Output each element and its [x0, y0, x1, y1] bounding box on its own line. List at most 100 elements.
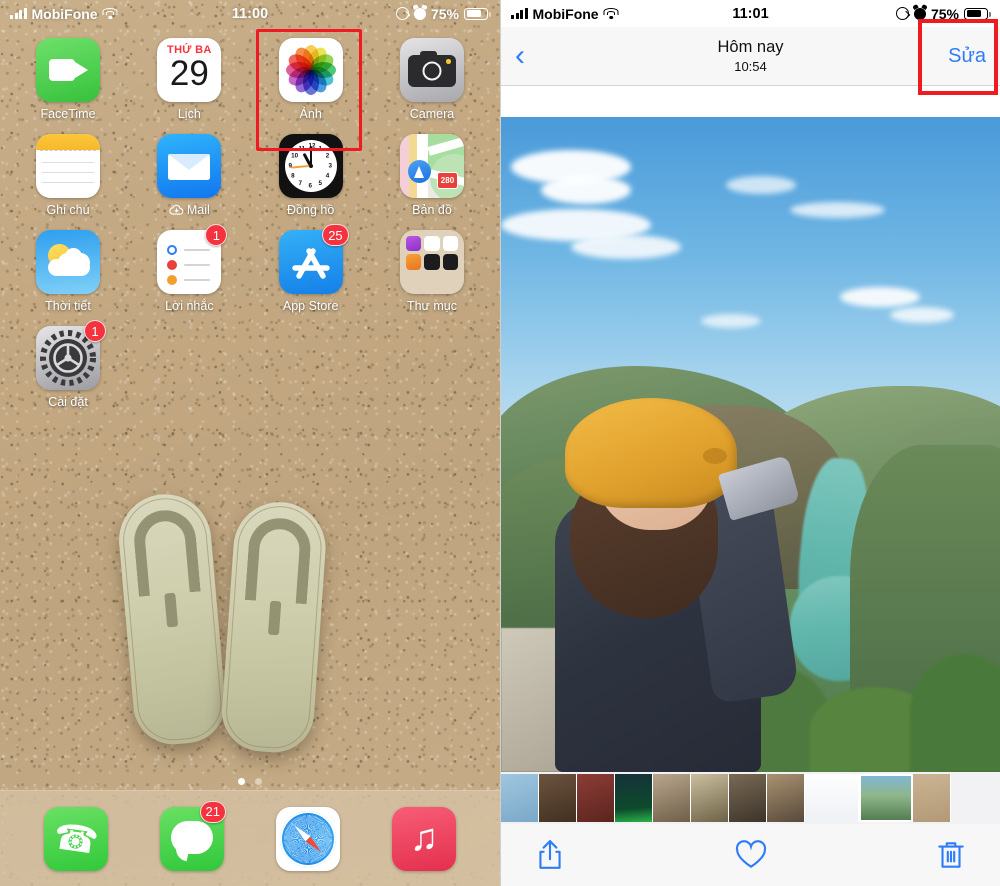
iphone-home-screen: MobiFone 11:00 75% FaceTime THỨ BA 29 Lị…	[0, 0, 500, 886]
app-thu-muc-folder[interactable]: Thư mục	[386, 230, 478, 313]
mini-icon-podcasts	[405, 236, 422, 252]
page-title: Hôm nay	[717, 38, 784, 56]
thumbnail-strip[interactable]	[501, 772, 1000, 824]
app-label: Mail	[186, 203, 210, 217]
flip-flops-wallpaper	[100, 480, 400, 780]
app-label: Thư mục	[406, 299, 457, 313]
badge-count: 25	[322, 224, 349, 246]
app-facetime[interactable]: FaceTime	[22, 38, 114, 121]
share-icon[interactable]	[533, 838, 567, 872]
battery-percent-label: 75%	[430, 5, 459, 22]
app-thoi-tiet-weather[interactable]: Thời tiết	[22, 230, 114, 313]
battery-percent-label: 75%	[930, 5, 959, 22]
clock-numeral: 12	[308, 142, 316, 150]
dock-app-messages[interactable]: 21	[160, 800, 226, 871]
list-item[interactable]	[691, 774, 729, 822]
app-label: FaceTime	[40, 107, 96, 121]
maps-icon[interactable]: 280	[399, 134, 464, 198]
app-grid: FaceTime THỨ BA 29 Lịch Ảnh Camera Ghi c…	[0, 27, 500, 409]
app-ban-do-maps[interactable]: 280 Bản đồ	[386, 134, 478, 217]
list-item[interactable]	[729, 774, 767, 822]
maps-location-arrow-icon	[407, 160, 431, 183]
app-row: FaceTime THỨ BA 29 Lịch Ảnh Camera	[22, 29, 478, 151]
weather-icon[interactable]	[36, 230, 100, 294]
clock-numeral: 9	[288, 162, 292, 170]
list-item[interactable]	[539, 774, 577, 822]
page-dot[interactable]	[255, 778, 262, 785]
app-app-store[interactable]: 25 App Store	[265, 224, 357, 313]
list-item[interactable]	[501, 774, 539, 822]
chevron-left-icon[interactable]: ‹	[515, 41, 541, 71]
mini-icon-stocks	[424, 254, 440, 270]
heart-icon[interactable]	[734, 838, 768, 872]
app-mail[interactable]: Mail	[143, 134, 235, 217]
app-camera[interactable]: Camera	[386, 38, 478, 121]
app-label: Ghi chú	[46, 203, 90, 217]
camera-icon[interactable]	[399, 38, 464, 102]
battery-icon	[964, 7, 991, 20]
rotation-lock-icon	[895, 7, 909, 20]
clock-numeral: 11	[298, 145, 306, 153]
mini-icon-health	[424, 236, 440, 252]
list-item-selected[interactable]	[859, 774, 913, 822]
alarm-clock-icon	[913, 7, 926, 20]
badge-count: 1	[84, 320, 106, 342]
list-item[interactable]	[913, 774, 951, 822]
app-anh-photos[interactable]: Ảnh	[255, 29, 362, 151]
list-item[interactable]	[577, 774, 615, 822]
trash-icon[interactable]	[934, 838, 968, 872]
page-dot-active[interactable]	[238, 778, 245, 785]
app-row: Ghi chú Mail 1 2 3 4 5 6 7 8 9 10 11 12 …	[22, 134, 478, 217]
photos-nav-bar: ‹ Hôm nay 10:54 Sửa	[501, 27, 1000, 86]
battery-icon	[464, 7, 491, 20]
photos-app-screen: MobiFone 11:01 75% ‹ Hôm nay 10:54 Sửa	[500, 0, 1000, 886]
dock-app-safari[interactable]	[276, 806, 340, 871]
app-loi-nhac-reminders[interactable]: 1 Lời nhắc	[143, 224, 235, 313]
app-label: Ảnh	[299, 107, 322, 121]
alarm-clock-icon	[413, 7, 426, 20]
app-label: Camera	[409, 107, 455, 121]
calendar-icon[interactable]: THỨ BA 29	[157, 38, 222, 102]
phone-icon[interactable]: ☎	[44, 806, 108, 871]
folder-icon[interactable]	[399, 230, 464, 294]
clock-numeral: 6	[308, 182, 312, 190]
app-label: Bản đồ	[412, 203, 452, 217]
dock-app-phone[interactable]: ☎	[44, 806, 108, 871]
photos-icon[interactable]	[278, 38, 343, 102]
app-ghi-chu-notes[interactable]: Ghi chú	[22, 134, 114, 217]
photo-viewer[interactable]	[501, 117, 1000, 772]
clock-numeral: 10	[291, 152, 299, 160]
app-dong-ho-clock[interactable]: 1 2 3 4 5 6 7 8 9 10 11 12 Đồng hồ	[265, 134, 357, 217]
page-indicator-dots[interactable]	[0, 778, 500, 785]
clock-numeral: 5	[318, 179, 322, 187]
app-label: App Store	[282, 299, 339, 313]
list-item[interactable]	[767, 774, 805, 822]
dual-screenshot: MobiFone 11:00 75% FaceTime THỨ BA 29 Lị…	[0, 0, 1000, 886]
edit-button[interactable]: Sửa	[948, 45, 986, 68]
clock-numeral: 7	[298, 179, 302, 187]
mini-icon-home	[442, 236, 458, 252]
list-item[interactable]	[615, 774, 653, 822]
home-status-bar: MobiFone 11:00 75%	[0, 0, 500, 27]
list-item[interactable]	[653, 774, 691, 822]
list-item[interactable]	[805, 774, 859, 822]
mail-icon[interactable]	[157, 134, 222, 198]
dock-app-music[interactable]: ♫	[392, 806, 456, 871]
facetime-icon[interactable]	[36, 38, 100, 102]
safari-icon[interactable]	[276, 806, 340, 871]
maps-route-shield: 280	[436, 172, 458, 189]
app-row: Thời tiết 1 Lời nhắc 25 App Store Thư mụ…	[22, 224, 478, 313]
clock-icon[interactable]: 1 2 3 4 5 6 7 8 9 10 11 12	[278, 134, 343, 198]
badge-count: 1	[205, 224, 228, 246]
dock: ☎ 21 ♫	[0, 790, 500, 886]
music-icon[interactable]: ♫	[392, 806, 456, 871]
clock-numeral: 4	[325, 172, 330, 180]
rotation-lock-icon	[395, 7, 409, 20]
mini-icon-books	[405, 254, 422, 270]
photos-status-bar: MobiFone 11:01 75%	[501, 0, 1000, 27]
app-cai-dat-settings[interactable]: 1 Cài đặt	[22, 320, 114, 409]
clock-numeral: 8	[291, 172, 295, 180]
photo-person	[541, 397, 800, 772]
app-lich[interactable]: THỨ BA 29 Lịch	[143, 38, 235, 121]
notes-icon[interactable]	[36, 134, 100, 198]
